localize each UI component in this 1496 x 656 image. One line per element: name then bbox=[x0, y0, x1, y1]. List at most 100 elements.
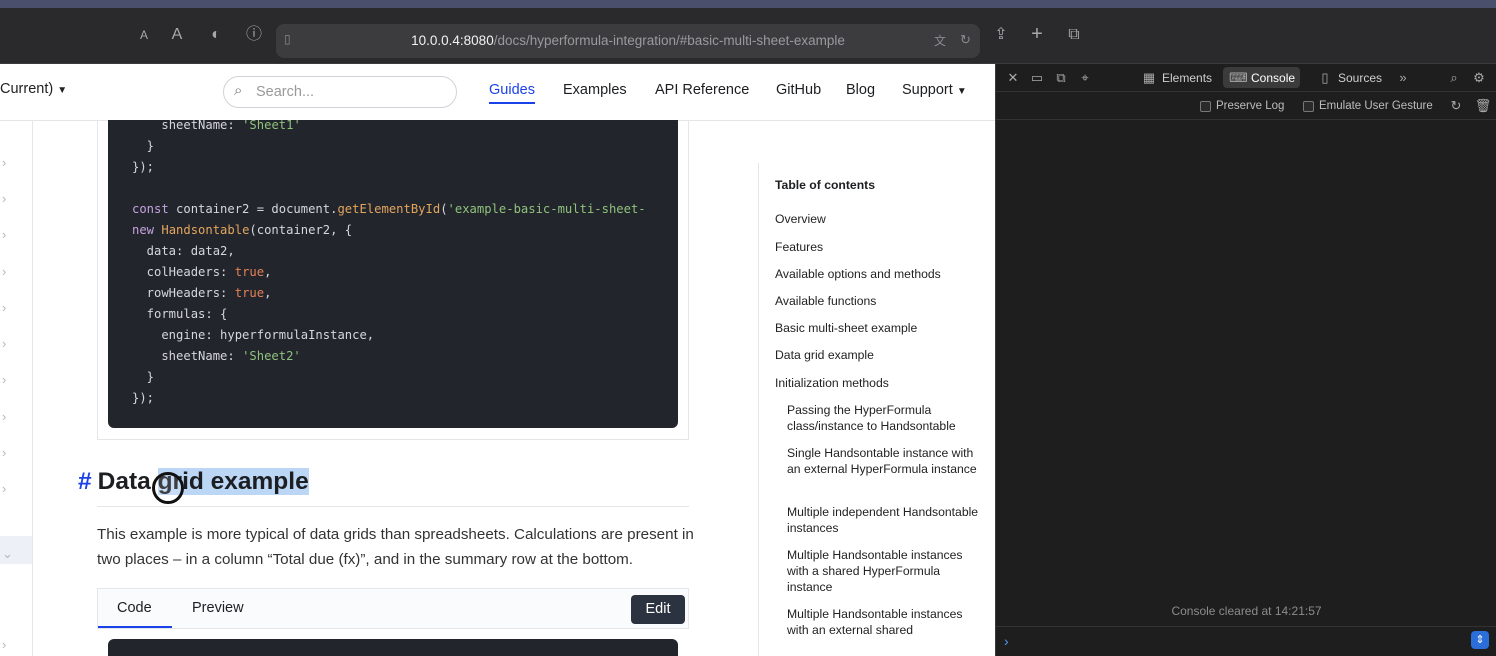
nav-support-label: Support bbox=[902, 82, 953, 98]
caret-down-icon: ▼ bbox=[57, 85, 68, 96]
sidebar-nav: › › › › › › › › › › ⌄ › bbox=[0, 121, 33, 656]
close-icon[interactable]: ✕ bbox=[1004, 69, 1022, 87]
tab-overview-icon[interactable]: ⧉ bbox=[1063, 25, 1085, 47]
toc-item[interactable]: Available options and methods bbox=[775, 266, 980, 282]
inspect-icon[interactable]: ⌖ bbox=[1076, 69, 1094, 87]
toc-subitem[interactable]: Single Handsontable instance with an ext… bbox=[787, 445, 982, 477]
emulate-gesture-label: Emulate User Gesture bbox=[1319, 100, 1433, 112]
version-label: Current) bbox=[0, 81, 54, 97]
chevron-right-icon[interactable]: › bbox=[2, 638, 16, 652]
search-icon: ⌕ bbox=[234, 82, 243, 99]
text-smaller-icon[interactable]: A bbox=[133, 25, 155, 47]
toc-subitem[interactable]: Multiple Handsontable instances with an … bbox=[787, 606, 982, 638]
code-line: }); bbox=[132, 160, 155, 174]
tab-console[interactable]: Console bbox=[1251, 69, 1295, 87]
chevron-right-icon[interactable]: › bbox=[2, 228, 16, 242]
toc-item[interactable]: Basic multi-sheet example bbox=[775, 320, 980, 336]
chevron-right-icon[interactable]: › bbox=[2, 410, 16, 424]
preserve-log-checkbox[interactable] bbox=[1200, 101, 1211, 112]
chevron-right-icon[interactable]: › bbox=[2, 156, 16, 170]
translate-icon[interactable]: 文 bbox=[934, 32, 946, 49]
nav-blog[interactable]: Blog bbox=[846, 82, 875, 98]
devtools-panel: ✕ ▭ ⧉ ⌖ ▦ Elements ⌨ Console ▯ Sources »… bbox=[995, 64, 1496, 656]
sources-icon: ▯ bbox=[1321, 70, 1329, 85]
new-tab-icon[interactable]: + bbox=[1026, 24, 1048, 46]
heading-divider bbox=[97, 506, 689, 507]
tab-preview[interactable]: Preview bbox=[192, 600, 244, 616]
undock-icon[interactable]: ⧉ bbox=[1052, 69, 1070, 87]
emulate-gesture-checkbox[interactable] bbox=[1303, 101, 1314, 112]
info-icon[interactable]: ⓘ bbox=[243, 25, 265, 47]
chevron-right-icon[interactable]: › bbox=[2, 373, 16, 387]
nav-github[interactable]: GitHub bbox=[776, 82, 821, 98]
code-line: engine: hyperformulaInstance, bbox=[132, 328, 375, 342]
toc-item[interactable]: Initialization methods bbox=[775, 375, 980, 391]
address-bar[interactable]: ▯ 10.0.0.4:8080/docs/hyperformula-integr… bbox=[276, 24, 980, 58]
code-line: rowHeaders: true, bbox=[132, 286, 272, 300]
example-tabs: Code Preview Edit bbox=[97, 588, 689, 629]
gear-icon[interactable]: ⚙ bbox=[1470, 69, 1488, 87]
scroll-toggle-icon[interactable]: ⇕ bbox=[1471, 631, 1489, 649]
tab-sources[interactable]: Sources bbox=[1338, 69, 1382, 87]
nav-api-reference[interactable]: API Reference bbox=[655, 82, 749, 98]
toc-item[interactable]: Available functions bbox=[775, 293, 980, 309]
docs-page: Current) ▼ ⌕ Guides Examples API Referen… bbox=[0, 64, 995, 656]
code-line: sheetName: 'Sheet2' bbox=[132, 349, 301, 363]
chevron-right-icon[interactable]: › bbox=[2, 337, 16, 351]
toc-item[interactable]: Data grid example bbox=[775, 347, 980, 363]
heading-text: Data bbox=[97, 468, 158, 495]
more-tabs-icon[interactable]: » bbox=[1394, 69, 1412, 87]
search-box[interactable]: ⌕ bbox=[223, 76, 457, 108]
heading-anchor-link[interactable]: # bbox=[78, 468, 92, 495]
code-block: sheetName: 'Sheet1' } }); const containe… bbox=[108, 120, 678, 428]
chevron-down-icon[interactable]: ⌄ bbox=[2, 547, 16, 561]
browser-toolbar: A A ◐ ⓘ ▯ 10.0.0.4:8080/docs/hyperformul… bbox=[0, 8, 1496, 64]
code-line: } bbox=[132, 370, 155, 384]
url-path: /docs/hyperformula-integration/#basic-mu… bbox=[493, 33, 845, 48]
version-dropdown[interactable]: Current) ▼ bbox=[0, 81, 67, 97]
share-icon[interactable]: ⇪ bbox=[990, 25, 1012, 47]
code-line: } bbox=[132, 139, 155, 153]
toc-item[interactable]: Overview bbox=[775, 211, 980, 227]
url-host: 10.0.0.4:8080 bbox=[411, 33, 494, 48]
nav-examples[interactable]: Examples bbox=[563, 82, 627, 98]
nav-guides[interactable]: Guides bbox=[489, 82, 535, 104]
toc-subitem[interactable]: Passing the HyperFormula class/instance … bbox=[787, 402, 982, 434]
code-block bbox=[108, 639, 678, 656]
tab-elements[interactable]: Elements bbox=[1162, 69, 1212, 87]
refresh-icon[interactable]: ↻ bbox=[1447, 97, 1465, 115]
chevron-right-icon[interactable]: › bbox=[2, 192, 16, 206]
reload-icon[interactable]: ↻ bbox=[960, 32, 971, 48]
dock-bottom-icon[interactable]: ▭ bbox=[1028, 69, 1046, 87]
chevron-right-icon[interactable]: › bbox=[2, 265, 16, 279]
search-input[interactable] bbox=[256, 81, 446, 103]
text-larger-icon[interactable]: A bbox=[166, 25, 188, 47]
toc-subitem[interactable]: Multiple Handsontable instances with a s… bbox=[787, 547, 982, 595]
shield-icon[interactable]: ◐ bbox=[205, 25, 227, 47]
code-line: new Handsontable(container2, { bbox=[132, 223, 353, 237]
chevron-right-icon[interactable]: › bbox=[2, 446, 16, 460]
toc-title: Table of contents bbox=[775, 178, 875, 192]
edit-button[interactable]: Edit bbox=[631, 595, 685, 624]
tab-code[interactable]: Code bbox=[117, 600, 152, 616]
table-of-contents: Table of contents Overview Features Avai… bbox=[758, 163, 988, 656]
active-tab-indicator bbox=[98, 626, 172, 628]
mouse-cursor bbox=[152, 472, 184, 504]
search-icon[interactable]: ⌕ bbox=[1445, 69, 1463, 87]
chevron-right-icon[interactable]: › bbox=[2, 482, 16, 496]
trash-icon[interactable]: 🗑 bbox=[1474, 97, 1492, 115]
console-input-row[interactable]: › ⇕ bbox=[996, 626, 1496, 656]
chevron-right-icon[interactable]: › bbox=[2, 301, 16, 315]
console-toolbar: Preserve Log Emulate User Gesture ↻ 🗑 bbox=[996, 92, 1496, 120]
code-line: sheetName: 'Sheet1' bbox=[161, 120, 301, 132]
console-icon: ⌨ bbox=[1229, 70, 1248, 85]
toc-subitem[interactable]: Multiple independent Handsontable instan… bbox=[787, 504, 982, 536]
code-example-block: sheetName: 'Sheet1' } }); const containe… bbox=[97, 120, 689, 440]
code-line: colHeaders: true, bbox=[132, 265, 272, 279]
code-line: data: data2, bbox=[132, 244, 235, 258]
url-text[interactable]: 10.0.0.4:8080/docs/hyperformula-integrat… bbox=[276, 24, 980, 58]
nav-support[interactable]: Support ▼ bbox=[902, 82, 967, 98]
preserve-log-label: Preserve Log bbox=[1216, 100, 1285, 112]
code-line: formulas: { bbox=[132, 307, 228, 321]
toc-item[interactable]: Features bbox=[775, 239, 980, 255]
